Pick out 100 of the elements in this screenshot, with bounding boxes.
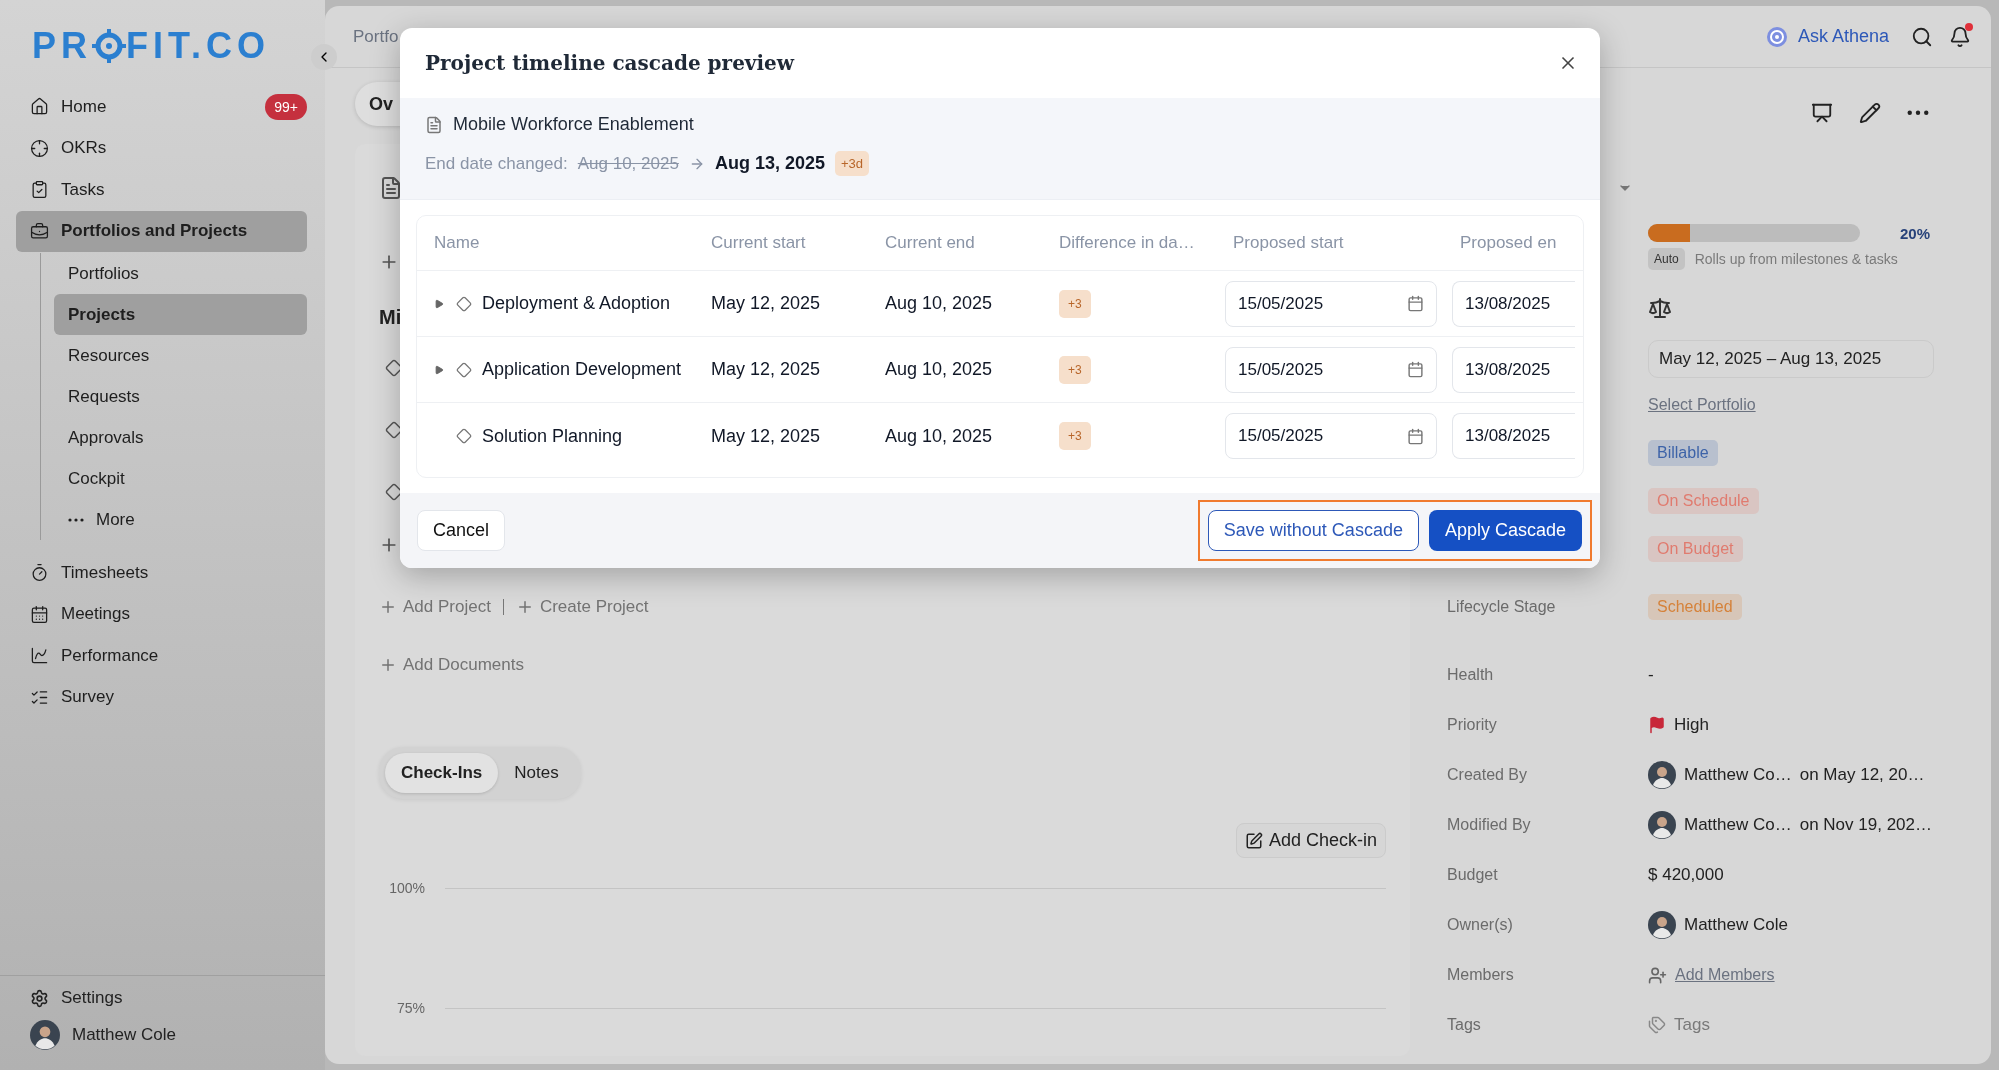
tab[interactable]: Check-Ins — [385, 753, 499, 793]
field-label: Health — [1447, 666, 1495, 684]
milestone-icon — [456, 295, 472, 312]
date-text: on Nov 19, 202… — [1799, 815, 1932, 835]
avatar-icon — [1648, 811, 1676, 839]
date-input[interactable]: 13/08/2025 — [1452, 280, 1575, 327]
ask-athena-button[interactable]: Ask Athena — [1759, 24, 1895, 49]
field-label: Budget — [1447, 866, 1499, 884]
avatar-icon — [1648, 761, 1676, 789]
column-header: Current end — [885, 216, 1059, 271]
field-value: $ 420,000 — [1648, 865, 1724, 885]
column-header: Difference in da… — [1059, 216, 1233, 271]
nav-icon — [30, 138, 49, 158]
expand-caret-icon[interactable] — [434, 298, 446, 309]
date-input[interactable]: 15/05/2025 — [1225, 280, 1437, 327]
plus-icon — [379, 598, 397, 616]
status-chip: On Schedule — [1648, 488, 1759, 514]
table-cell: Application Development — [482, 359, 682, 380]
nav-subitem[interactable]: Cockpit — [54, 458, 307, 499]
notifications-button[interactable] — [1949, 25, 1971, 48]
user-name[interactable]: Matthew Cole — [72, 1025, 176, 1045]
nav-subitem[interactable]: Requests — [54, 376, 307, 417]
settings-link[interactable]: Settings — [30, 988, 309, 1008]
nav-subitem[interactable]: Portfolios — [54, 253, 307, 294]
edit-icon[interactable] — [1859, 102, 1881, 124]
plus-icon — [379, 656, 397, 674]
field-label: Owner(s) — [1447, 916, 1514, 934]
add-user-icon — [1648, 965, 1667, 985]
date-input[interactable]: 15/05/2025 — [1225, 346, 1437, 393]
nav-item[interactable]: Survey — [16, 676, 307, 718]
date-text: on May 12, 20… — [1799, 765, 1925, 785]
date-range-field[interactable]: May 12, 2025 – Aug 13, 2025 — [1648, 340, 1934, 378]
new-date: Aug 13, 2025 — [714, 153, 825, 174]
old-date: Aug 10, 2025 — [577, 153, 679, 174]
nav-item[interactable]: Performance — [16, 635, 307, 677]
nav-subitem[interactable]: More — [54, 499, 307, 540]
field-label: Created By — [1447, 766, 1529, 784]
add-checkin-button[interactable]: Add Check-in — [1235, 823, 1386, 858]
flag-icon — [1648, 716, 1666, 734]
nav-item[interactable]: Portfolios and Projects — [16, 210, 307, 252]
nav-subitem[interactable]: Approvals — [54, 417, 307, 458]
delta-badge: +3d — [834, 151, 869, 176]
auto-chip: Auto — [1648, 248, 1685, 270]
table-cell: Aug 10, 2025 — [885, 425, 993, 447]
axis-tick: 75% — [395, 1000, 425, 1016]
presentation-icon[interactable] — [1811, 102, 1833, 124]
date-input[interactable]: 13/08/2025 — [1452, 413, 1575, 459]
nav-item[interactable]: Meetings — [16, 593, 307, 635]
calendar-icon — [1407, 427, 1424, 445]
milestone-icon — [456, 361, 472, 378]
person-name: Matthew Cole — [1684, 915, 1788, 935]
count-badge: 99+ — [265, 93, 307, 120]
field-label: Members — [1447, 966, 1515, 984]
scale-icon — [1648, 296, 1672, 320]
milestone-icon — [456, 428, 472, 444]
person-name: Matthew Co… — [1684, 765, 1792, 785]
column-header: Proposed en — [1460, 216, 1583, 271]
apply-cascade-button[interactable]: Apply Cascade — [1428, 510, 1582, 551]
save-without-cascade-button[interactable]: Save without Cascade — [1207, 510, 1419, 551]
more-icon — [68, 517, 84, 522]
change-label: End date changed: — [425, 153, 568, 174]
nav-icon — [30, 563, 49, 583]
dialog-title: Project timeline cascade preview — [425, 51, 794, 75]
status-chip: Billable — [1648, 440, 1718, 466]
nav-item[interactable]: Home 99+ — [16, 86, 307, 128]
calendar-icon — [1407, 295, 1424, 312]
calendar-icon — [1407, 361, 1424, 378]
create-project-link[interactable]: Create Project — [515, 597, 649, 617]
field-label: Lifecycle Stage — [1447, 598, 1557, 616]
nav-subitem[interactable]: Projects — [54, 294, 307, 335]
project-name: Mobile Workforce Enablement — [453, 114, 694, 135]
athena-icon — [1765, 25, 1788, 48]
column-header: Proposed start — [1233, 216, 1460, 271]
table-cell: Aug 10, 2025 — [885, 359, 993, 380]
date-input[interactable]: 15/05/2025 — [1225, 413, 1437, 459]
nav-item[interactable]: Timesheets — [16, 552, 307, 594]
nav-item[interactable]: Tasks — [16, 169, 307, 211]
document-icon — [425, 115, 443, 134]
tab[interactable]: Notes — [498, 753, 575, 793]
collapse-button[interactable] — [311, 44, 337, 70]
more-icon — [1907, 110, 1929, 116]
diamond-icon — [385, 483, 403, 501]
expand-caret-icon[interactable] — [434, 364, 446, 375]
search-button[interactable] — [1911, 25, 1933, 48]
column-header: Current start — [711, 216, 885, 271]
status-chip: On Budget — [1648, 536, 1743, 562]
progress-percent: 20% — [1900, 224, 1931, 242]
difference-badge: +3 — [1059, 289, 1091, 318]
document-icon — [379, 176, 403, 200]
difference-badge: +3 — [1059, 422, 1091, 450]
column-header: Name — [417, 216, 711, 271]
table-cell: May 12, 2025 — [711, 359, 821, 380]
field-label: Priority — [1447, 716, 1498, 734]
cancel-button[interactable]: Cancel — [417, 510, 506, 551]
nav-subitem[interactable]: Resources — [54, 335, 307, 376]
nav-item[interactable]: OKRs — [16, 127, 307, 169]
date-input[interactable]: 13/08/2025 — [1452, 346, 1575, 393]
field-label: Tags — [1447, 1016, 1482, 1034]
tag-icon — [1648, 1016, 1666, 1034]
target-icon — [92, 29, 126, 63]
